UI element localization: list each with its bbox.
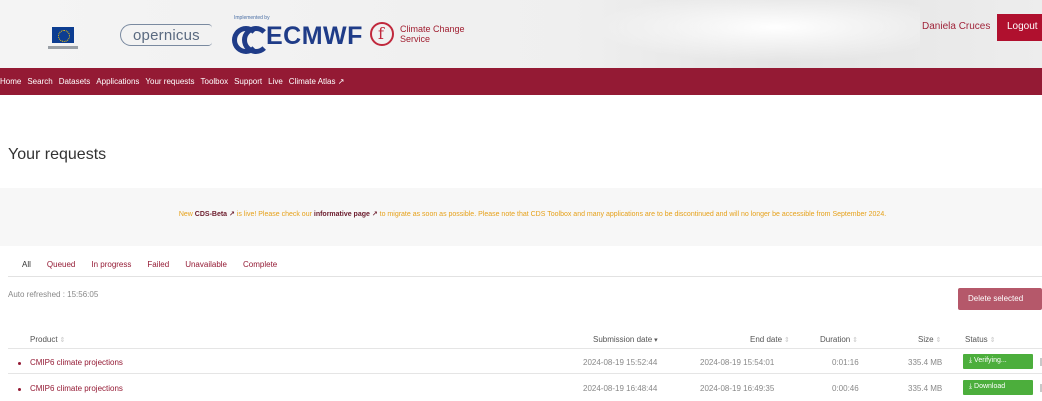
user-name-link[interactable]: Daniela Cruces	[922, 21, 990, 32]
sort-icon: ⇕	[989, 337, 996, 344]
nav-item-home[interactable]: Home	[0, 77, 21, 86]
tab-all[interactable]: All	[22, 260, 31, 269]
c3s-logo[interactable]: Climate Change Service	[370, 22, 465, 46]
tab-in-progress[interactable]: In progress	[91, 260, 131, 269]
sort-icon: ⇕	[935, 337, 942, 344]
tab-unavailable[interactable]: Unavailable	[185, 260, 227, 269]
row-2-size: 335.4 MB	[908, 384, 943, 393]
submission-date-header-label: Submission date	[593, 335, 653, 344]
informative-page-link[interactable]: informative page ↗	[314, 211, 378, 218]
row-1-duration: 0:01:16	[832, 358, 859, 367]
end-date-header-label: End date	[750, 335, 783, 344]
sort-icon: ⇕	[852, 337, 859, 344]
nav-item-search[interactable]: Search	[27, 77, 52, 86]
column-header-status[interactable]: Status ⇕	[965, 335, 996, 344]
nav-item-datasets[interactable]: Datasets	[59, 77, 91, 86]
duration-header-label: Duration	[820, 335, 851, 344]
ecmwf-logo-text: ECMWF	[266, 22, 363, 50]
column-header-end-date[interactable]: End date ⇕	[750, 335, 790, 344]
sort-icon: ⇕	[784, 337, 790, 344]
row-2-download-button[interactable]: ⤓ Download	[963, 380, 1033, 395]
product-header-label: Product	[30, 335, 58, 344]
row-2-product-link[interactable]: CMIP6 climate projections	[30, 384, 123, 393]
row-1-end-date: 2024-08-19 15:54:01	[700, 358, 775, 367]
site-header: opernicus Implemented by ECMWF Climate C…	[0, 0, 1042, 68]
notice-middle: is live! Please check our	[234, 211, 314, 218]
row-2-submission-date: 2024-08-19 16:48:44	[583, 384, 658, 393]
row-1-status-button[interactable]: ⤓ Verifying...	[963, 354, 1033, 369]
notice-suffix: to migrate as soon as possible. Please n…	[377, 211, 887, 218]
ecmwf-logo[interactable]: ECMWF	[232, 22, 363, 54]
c3s-logo-text: Climate Change Service	[400, 24, 465, 44]
ecmwf-pretext: Implemented by	[234, 15, 270, 21]
c3s-mark-icon	[370, 22, 394, 46]
row-2-duration: 0:00:46	[832, 384, 859, 393]
row-bullet	[18, 362, 21, 365]
nav-item-live[interactable]: Live	[268, 77, 283, 86]
row-1-product-link[interactable]: CMIP6 climate projections	[30, 358, 123, 367]
delete-selected-button[interactable]: Delete selected	[958, 288, 1042, 310]
nav-item-toolbox[interactable]: Toolbox	[201, 77, 229, 86]
tab-queued[interactable]: Queued	[47, 260, 75, 269]
eu-caption	[48, 46, 78, 49]
sort-desc-icon: ▾	[654, 337, 658, 344]
ecmwf-mark-icon	[232, 25, 270, 54]
column-header-duration[interactable]: Duration ⇕	[820, 335, 858, 344]
tab-failed[interactable]: Failed	[147, 260, 169, 269]
column-header-product[interactable]: Product ⇕	[30, 335, 65, 344]
row-1-size: 335.4 MB	[908, 358, 943, 367]
nav-item-your-requests[interactable]: Your requests	[145, 77, 194, 86]
auto-refresh-status: Auto refreshed : 15:56:05	[8, 290, 99, 299]
table-header-divider	[8, 348, 1042, 349]
status-tabs: All Queued In progress Failed Unavailabl…	[22, 260, 277, 269]
column-header-size[interactable]: Size ⇕	[918, 335, 941, 344]
nav-item-support[interactable]: Support	[234, 77, 262, 86]
tab-complete[interactable]: Complete	[243, 260, 277, 269]
c3s-line2: Service	[400, 34, 431, 44]
logout-button[interactable]: Logout	[997, 14, 1042, 41]
row-bullet	[18, 388, 21, 391]
copernicus-logo-text: opernicus	[133, 27, 200, 44]
row-1-submission-date: 2024-08-19 15:52:44	[583, 358, 658, 367]
migration-notice: New CDS-Beta ↗ is live! Please check our…	[30, 210, 1035, 220]
cds-beta-link[interactable]: CDS-Beta ↗	[195, 211, 235, 218]
header-background-art	[560, 0, 920, 68]
column-header-submission-date[interactable]: Submission date ▾	[593, 335, 658, 344]
tabs-divider	[8, 276, 1042, 277]
main-nav: Home Search Datasets Applications Your r…	[0, 68, 1042, 95]
size-header-label: Size	[918, 335, 934, 344]
sort-icon: ⇕	[59, 337, 66, 344]
row-2-end-date: 2024-08-19 16:49:35	[700, 384, 775, 393]
notice-prefix: New	[178, 211, 195, 218]
nav-item-applications[interactable]: Applications	[96, 77, 139, 86]
page-title: Your requests	[8, 146, 107, 163]
copernicus-logo[interactable]: opernicus	[120, 24, 212, 46]
nav-item-climate-atlas[interactable]: Climate Atlas ↗	[289, 77, 345, 86]
status-header-label: Status	[965, 335, 988, 344]
c3s-line1: Climate Change	[400, 24, 465, 34]
eu-flag-icon	[52, 27, 74, 43]
row-divider	[8, 373, 1042, 374]
